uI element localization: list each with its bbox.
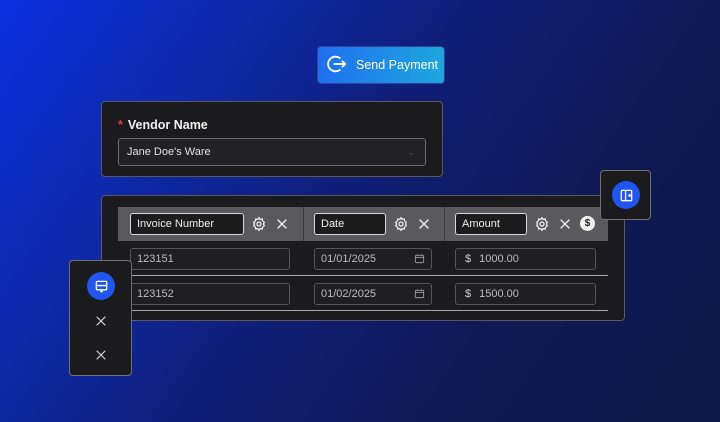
gear-icon[interactable] [533,215,551,233]
amount-cell[interactable]: $1000.00 [455,248,596,270]
date-cell[interactable]: 01/01/2025 [314,248,432,270]
row-divider [118,310,608,311]
invoice-number-cell[interactable]: 123151 [130,248,290,270]
vendor-name-value: Jane Doe's Ware [127,146,211,158]
close-icon[interactable] [556,215,574,233]
vendor-name-label: * Vendor Name [118,118,208,132]
column-header-invoice-number[interactable]: Invoice Number [130,213,244,235]
invoice-number-value: 123152 [137,288,174,300]
chevron-down-icon: ⌄ [407,147,415,157]
insert-row-button[interactable] [87,272,115,300]
date-value: 01/02/2025 [321,288,377,300]
split-panel-icon [620,189,632,201]
column-divider [303,207,304,241]
column-header-amount[interactable]: Amount [455,213,527,235]
amount-value: 1000.00 [479,253,519,265]
vendor-label-text: Vendor Name [127,118,208,132]
split-panel-button[interactable] [612,181,640,209]
close-icon[interactable] [93,313,109,329]
gear-icon[interactable] [392,215,410,233]
insert-row-icon [95,280,107,293]
close-icon[interactable] [93,347,109,363]
currency-symbol: $ [465,253,472,265]
close-icon[interactable] [273,215,291,233]
date-value: 01/01/2025 [321,253,377,265]
date-cell[interactable]: 01/02/2025 [314,283,432,305]
gear-icon[interactable] [250,215,268,233]
send-payment-label: Send Payment [356,58,438,72]
vendor-name-select[interactable]: Jane Doe's Ware ⌄ [118,138,426,166]
send-payment-button[interactable]: Send Payment [318,47,444,83]
row-action-toolbar [69,260,132,376]
vendor-card: * Vendor Name Jane Doe's Ware ⌄ [101,101,443,177]
column-panel-tool [600,170,651,220]
required-marker: * [118,118,123,132]
currency-symbol: $ [465,288,472,300]
amount-cell[interactable]: $1500.00 [455,283,596,305]
amount-value: 1500.00 [479,288,519,300]
column-divider [444,207,445,241]
calendar-icon[interactable] [414,253,425,264]
invoice-number-cell[interactable]: 123152 [130,283,290,305]
currency-icon[interactable]: $ [580,216,595,231]
invoice-number-value: 123151 [137,253,174,265]
row-divider [118,275,608,276]
canvas: Send Payment * Vendor Name Jane Doe's War… [0,0,720,422]
close-icon[interactable] [415,215,433,233]
column-header-date[interactable]: Date [314,213,386,235]
send-icon [326,53,348,78]
calendar-icon[interactable] [414,288,425,299]
